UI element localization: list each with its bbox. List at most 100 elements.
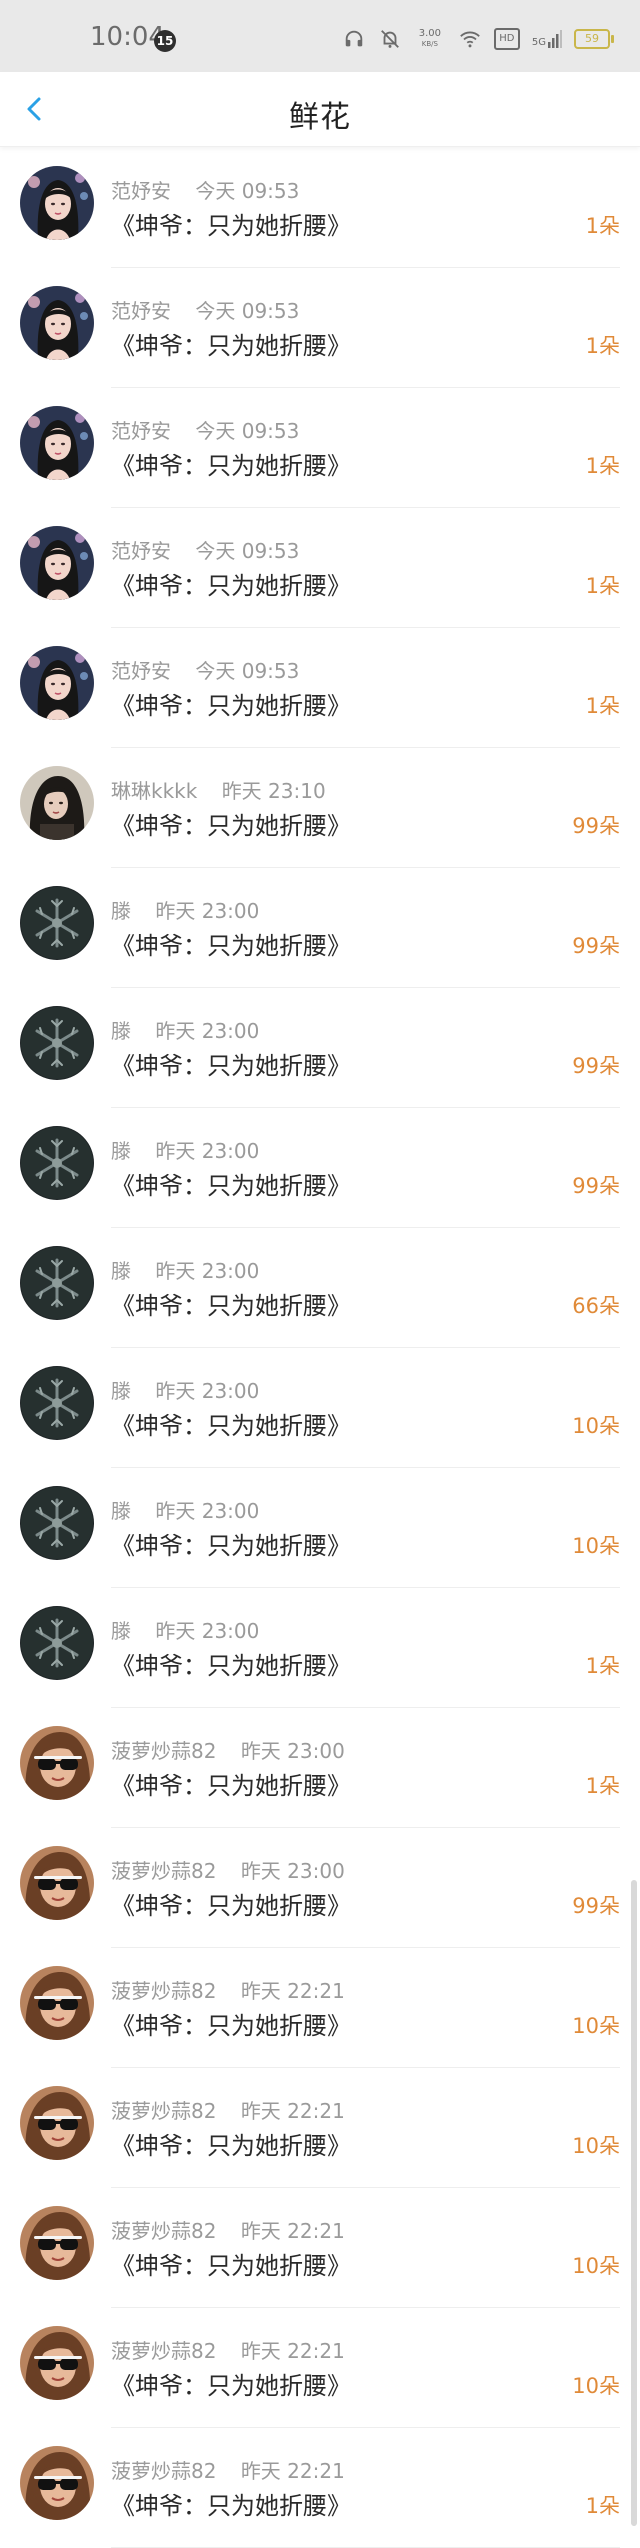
gift-list-item[interactable]: 滕 昨天 23:00 《坤爷：只为她折腰》 99朵 — [0, 1108, 640, 1228]
gift-list-item[interactable]: 范妤安 今天 09:53 《坤爷：只为她折腰》 1朵 — [0, 388, 640, 508]
book-title: 《坤爷：只为她折腰》 — [111, 1172, 351, 1200]
page-title: 鲜花 — [289, 100, 351, 135]
item-meta: 菠萝炒蒜82 昨天 22:21 — [111, 2335, 345, 2364]
item-meta: 范妤安 今天 09:53 — [111, 295, 299, 324]
book-title: 《坤爷：只为她折腰》 — [111, 1892, 351, 1920]
user-name[interactable]: 滕 — [111, 899, 131, 923]
book-title: 《坤爷：只为她折腰》 — [111, 2252, 351, 2280]
user-name[interactable]: 菠萝炒蒜82 — [111, 2459, 216, 2483]
headphones-icon — [345, 30, 363, 47]
gift-list-item[interactable]: 范妤安 今天 09:53 《坤爷：只为她折腰》 1朵 — [0, 148, 640, 268]
user-avatar[interactable] — [20, 1966, 94, 2040]
user-name[interactable]: 滕 — [111, 1139, 131, 1163]
flower-count: 1朵 — [585, 1654, 620, 1678]
user-name[interactable]: 菠萝炒蒜82 — [111, 2339, 216, 2363]
gift-list-item[interactable]: 范妤安 今天 09:53 《坤爷：只为她折腰》 1朵 — [0, 268, 640, 388]
user-avatar[interactable] — [20, 2446, 94, 2520]
user-name[interactable]: 滕 — [111, 1499, 131, 1523]
nav-header: 鲜花 — [0, 72, 640, 147]
gift-time: 今天 09:53 — [195, 179, 300, 203]
user-avatar[interactable] — [20, 526, 94, 600]
gift-time: 昨天 23:10 — [221, 779, 326, 803]
user-avatar[interactable] — [20, 2326, 94, 2400]
gift-time: 今天 09:53 — [195, 419, 300, 443]
gift-time: 昨天 23:00 — [155, 1379, 260, 1403]
user-name[interactable]: 菠萝炒蒜82 — [111, 2219, 216, 2243]
user-avatar[interactable] — [20, 2086, 94, 2160]
user-avatar[interactable] — [20, 1846, 94, 1920]
scrollbar[interactable] — [631, 1880, 637, 2526]
user-avatar[interactable] — [20, 1366, 94, 1440]
flower-count: 99朵 — [572, 1054, 620, 1078]
signal-group: 5G — [532, 30, 562, 48]
user-name[interactable]: 范妤安 — [111, 659, 171, 683]
gift-list-item[interactable]: 菠萝炒蒜82 昨天 22:21 《坤爷：只为她折腰》 10朵 — [0, 1948, 640, 2068]
item-meta: 菠萝炒蒜82 昨天 22:21 — [111, 2215, 345, 2244]
user-name[interactable]: 滕 — [111, 1379, 131, 1403]
user-name[interactable]: 菠萝炒蒜82 — [111, 1979, 216, 2003]
user-avatar[interactable] — [20, 166, 94, 240]
gift-time: 今天 09:53 — [195, 539, 300, 563]
user-name[interactable]: 菠萝炒蒜82 — [111, 2099, 216, 2123]
gift-list-item[interactable]: 滕 昨天 23:00 《坤爷：只为她折腰》 1朵 — [0, 1588, 640, 1708]
book-title: 《坤爷：只为她折腰》 — [111, 1412, 351, 1440]
user-avatar[interactable] — [20, 646, 94, 720]
book-title: 《坤爷：只为她折腰》 — [111, 212, 351, 240]
item-meta: 范妤安 今天 09:53 — [111, 535, 299, 564]
flower-count: 66朵 — [572, 1294, 620, 1318]
user-name[interactable]: 范妤安 — [111, 179, 171, 203]
user-avatar[interactable] — [20, 1606, 94, 1680]
book-title: 《坤爷：只为她折腰》 — [111, 1292, 351, 1320]
user-avatar[interactable] — [20, 1126, 94, 1200]
gift-time: 昨天 22:21 — [240, 1979, 345, 2003]
user-avatar[interactable] — [20, 1486, 94, 1560]
gift-list-item[interactable]: 滕 昨天 23:00 《坤爷：只为她折腰》 66朵 — [0, 1228, 640, 1348]
user-name[interactable]: 琳琳kkkk — [111, 779, 197, 803]
user-avatar[interactable] — [20, 2206, 94, 2280]
gift-time: 昨天 23:00 — [155, 1139, 260, 1163]
gift-time: 昨天 23:00 — [240, 1859, 345, 1883]
user-name[interactable]: 滕 — [111, 1019, 131, 1043]
flower-count: 1朵 — [585, 694, 620, 718]
gift-list-item[interactable]: 琳琳kkkk 昨天 23:10 《坤爷：只为她折腰》 99朵 — [0, 748, 640, 868]
gift-list-item[interactable]: 滕 昨天 23:00 《坤爷：只为她折腰》 10朵 — [0, 1348, 640, 1468]
gift-list-item[interactable]: 菠萝炒蒜82 昨天 22:21 《坤爷：只为她折腰》 1朵 — [0, 2428, 640, 2548]
net-speed-unit: KB/S — [421, 40, 438, 48]
gift-time: 昨天 23:00 — [155, 1499, 260, 1523]
gift-list-item[interactable]: 滕 昨天 23:00 《坤爷：只为她折腰》 99朵 — [0, 988, 640, 1108]
user-name[interactable]: 菠萝炒蒜82 — [111, 1739, 216, 1763]
user-name[interactable]: 菠萝炒蒜82 — [111, 1859, 216, 1883]
gift-list-item[interactable]: 菠萝炒蒜82 昨天 23:00 《坤爷：只为她折腰》 1朵 — [0, 1708, 640, 1828]
user-avatar[interactable] — [20, 1726, 94, 1800]
flower-gift-list: 范妤安 今天 09:53 《坤爷：只为她折腰》 1朵 范妤安 今天 09:53 … — [0, 148, 640, 2548]
item-meta: 滕 昨天 23:00 — [111, 1375, 259, 1404]
gift-list-item[interactable]: 菠萝炒蒜82 昨天 22:21 《坤爷：只为她折腰》 10朵 — [0, 2308, 640, 2428]
net-speed: 3.00 KB/S — [414, 29, 446, 49]
gift-list-item[interactable]: 菠萝炒蒜82 昨天 22:21 《坤爷：只为她折腰》 10朵 — [0, 2068, 640, 2188]
user-avatar[interactable] — [20, 766, 94, 840]
user-avatar[interactable] — [20, 406, 94, 480]
user-avatar[interactable] — [20, 1246, 94, 1320]
user-name[interactable]: 范妤安 — [111, 539, 171, 563]
gift-list-item[interactable]: 滕 昨天 23:00 《坤爷：只为她折腰》 99朵 — [0, 868, 640, 988]
user-avatar[interactable] — [20, 1006, 94, 1080]
gift-list-item[interactable]: 范妤安 今天 09:53 《坤爷：只为她折腰》 1朵 — [0, 628, 640, 748]
gift-time: 昨天 22:21 — [240, 2219, 345, 2243]
gift-list-item[interactable]: 菠萝炒蒜82 昨天 23:00 《坤爷：只为她折腰》 99朵 — [0, 1828, 640, 1948]
book-title: 《坤爷：只为她折腰》 — [111, 692, 351, 720]
item-meta: 菠萝炒蒜82 昨天 23:00 — [111, 1735, 345, 1764]
user-name[interactable]: 滕 — [111, 1259, 131, 1283]
user-avatar[interactable] — [20, 886, 94, 960]
item-meta: 滕 昨天 23:00 — [111, 1495, 259, 1524]
gift-time: 昨天 23:00 — [155, 1019, 260, 1043]
flower-count: 10朵 — [572, 2254, 620, 2278]
gift-list-item[interactable]: 滕 昨天 23:00 《坤爷：只为她折腰》 10朵 — [0, 1468, 640, 1588]
wifi-icon — [460, 31, 480, 48]
user-name[interactable]: 范妤安 — [111, 299, 171, 323]
gift-list-item[interactable]: 菠萝炒蒜82 昨天 22:21 《坤爷：只为她折腰》 10朵 — [0, 2188, 640, 2308]
gift-list-item[interactable]: 范妤安 今天 09:53 《坤爷：只为她折腰》 1朵 — [0, 508, 640, 628]
user-avatar[interactable] — [20, 286, 94, 360]
user-name[interactable]: 滕 — [111, 1619, 131, 1643]
user-name[interactable]: 范妤安 — [111, 419, 171, 443]
book-title: 《坤爷：只为她折腰》 — [111, 812, 351, 840]
